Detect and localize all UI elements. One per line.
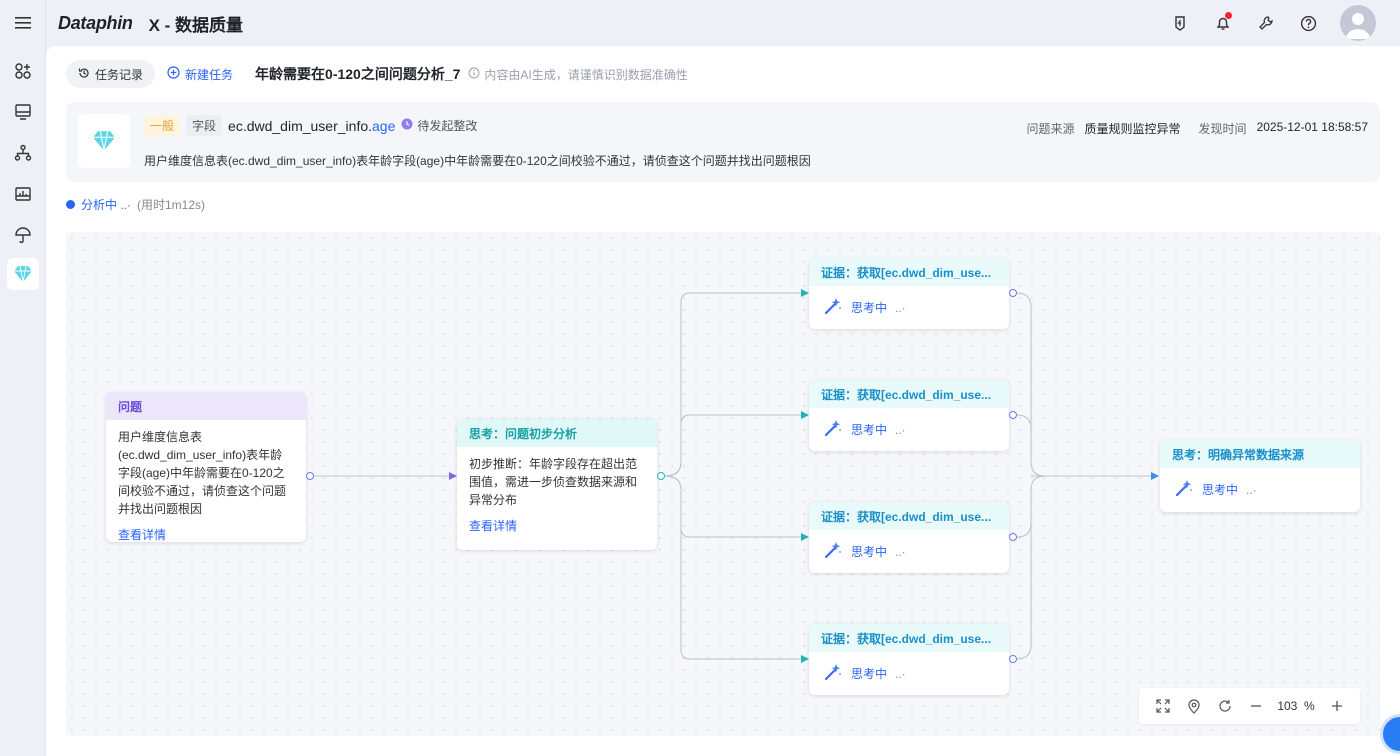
- evidence-4-output-port[interactable]: [1009, 655, 1017, 663]
- avatar[interactable]: [1340, 5, 1376, 41]
- evidence-node-title: 证据：获取[ec.dwd_dim_use...: [809, 502, 1009, 530]
- notification-dot: [1225, 12, 1232, 19]
- issue-meta: 问题来源 质量规则监控异常 发现时间 2025-12-01 18:58:57: [1026, 120, 1368, 136]
- problem-node-title: 问题: [106, 392, 306, 420]
- new-task-button[interactable]: 新建任务: [155, 60, 245, 88]
- flow-canvas[interactable]: 问题 用户维度信息表(ec.dwd_dim_user_info)表年龄字段(ag…: [66, 232, 1380, 736]
- gem-icon[interactable]: [7, 258, 39, 290]
- evidence-status: 思考中: [851, 545, 888, 559]
- problem-node[interactable]: 问题 用户维度信息表(ec.dwd_dim_user_info)表年龄字段(ag…: [106, 392, 306, 542]
- issue-description: 用户维度信息表(ec.dwd_dim_user_info)表年龄字段(age)中…: [144, 154, 811, 168]
- magic-wand-icon: [823, 540, 843, 563]
- zoom-level: 103 %: [1277, 699, 1315, 713]
- problem-output-port[interactable]: [306, 472, 314, 480]
- help-icon[interactable]: [1287, 0, 1330, 46]
- issue-level-badge: 一般: [144, 115, 181, 136]
- zoom-out-icon[interactable]: [1240, 688, 1271, 724]
- progress-elapsed: (用时1m12s): [137, 198, 206, 212]
- think-node-initial[interactable]: 思考：问题初步分析 初步推断：年龄字段存在超出范围值，需进一步侦查数据来源和异常…: [457, 419, 657, 550]
- think-source-status: 思考中: [1202, 483, 1239, 497]
- problem-node-body: 用户维度信息表(ec.dwd_dim_user_info)表年龄字段(age)中…: [118, 430, 287, 516]
- task-title: 年龄需要在0-120之间问题分析_7: [255, 66, 461, 82]
- problem-detail-link[interactable]: 查看详情: [118, 526, 294, 542]
- evidence-node-title: 证据：获取[ec.dwd_dim_use...: [809, 258, 1009, 286]
- dashboard-icon[interactable]: [0, 173, 46, 214]
- clock-icon: [401, 118, 413, 133]
- ai-hint: 内容由AI生成，请谨慎识别数据准确性: [468, 66, 688, 83]
- issue-found-time: 2025-12-01 18:58:57: [1256, 120, 1368, 134]
- edge-think-evidence-1: [664, 289, 809, 477]
- evidence-node-title: 证据：获取[ec.dwd_dim_use...: [809, 624, 1009, 652]
- app-title: X - 数据质量: [148, 15, 244, 35]
- main-panel: 任务记录 新建任务 年龄需要在0-120之间问题分析_7 内容由AI生成，请谨慎…: [46, 46, 1400, 756]
- evidence-3-output-port[interactable]: [1009, 533, 1017, 541]
- evidence-1-output-port[interactable]: [1009, 289, 1017, 297]
- think-detail-link[interactable]: 查看详情: [469, 517, 645, 535]
- info-icon: [468, 67, 480, 82]
- edge-think-evidence-2: [664, 411, 809, 477]
- evidence-node-3[interactable]: 证据：获取[ec.dwd_dim_use... 思考中 ..·: [809, 502, 1009, 573]
- magic-wand-icon: [823, 662, 843, 685]
- issue-card: 一般 字段 ec.dwd_dim_user_info.age 待发起整改 用户维…: [66, 102, 1380, 182]
- think-node-body: 初步推断：年龄字段存在超出范围值，需进一步侦查数据来源和异常分布: [469, 457, 638, 507]
- think-source-title: 思考：明确异常数据来源: [1160, 440, 1360, 468]
- edge-evidence3-conclusion: [1016, 490, 1032, 538]
- think-output-port[interactable]: [657, 472, 665, 480]
- apps-icon[interactable]: [0, 50, 46, 91]
- tool-icon[interactable]: [1244, 0, 1287, 46]
- bell-icon[interactable]: [1201, 0, 1244, 46]
- issue-status: 待发起整改: [401, 117, 477, 134]
- menu-icon[interactable]: [0, 0, 46, 46]
- issue-field-name: ec.dwd_dim_user_info.age: [228, 117, 396, 134]
- analysis-progress: 分析中 ..· (用时1m12s): [66, 196, 205, 213]
- app-logo[interactable]: Dataphin: [58, 13, 133, 34]
- task-history-button[interactable]: 任务记录: [66, 60, 156, 88]
- evidence-status: 思考中: [851, 301, 888, 315]
- canvas-toolbar: 103 %: [1139, 688, 1360, 724]
- monitor-icon[interactable]: [0, 91, 46, 132]
- top-bar: Dataphin X - 数据质量: [0, 0, 1400, 46]
- progress-status: 分析中 ..·: [81, 198, 131, 212]
- fullscreen-icon[interactable]: [1147, 688, 1178, 724]
- evidence-node-1[interactable]: 证据：获取[ec.dwd_dim_use... 思考中 ..·: [809, 258, 1009, 329]
- evidence-status: 思考中: [851, 667, 888, 681]
- edge-evidence2-conclusion: [1016, 414, 1032, 462]
- issue-source: 质量规则监控异常: [1084, 122, 1181, 136]
- magic-wand-icon: [823, 296, 843, 319]
- magic-wand-icon: [1174, 478, 1194, 501]
- evidence-node-4[interactable]: 证据：获取[ec.dwd_dim_use... 思考中 ..·: [809, 624, 1009, 695]
- task-tabbar: 任务记录 新建任务 年龄需要在0-120之间问题分析_7 内容由AI生成，请谨慎…: [66, 60, 688, 88]
- edge-think-evidence-4: [664, 475, 809, 663]
- magic-wand-icon: [823, 418, 843, 441]
- think-node-source[interactable]: 思考：明确异常数据来源 思考中 ..·: [1160, 440, 1360, 512]
- think-node-title: 思考：问题初步分析: [457, 419, 657, 447]
- umbrella-icon[interactable]: [0, 214, 46, 255]
- locate-icon[interactable]: [1178, 688, 1209, 724]
- evidence-status: 思考中: [851, 423, 888, 437]
- evidence-node-2[interactable]: 证据：获取[ec.dwd_dim_use... 思考中 ..·: [809, 380, 1009, 451]
- badge-icon[interactable]: [1158, 0, 1201, 46]
- assistant-float-button[interactable]: [1380, 714, 1400, 754]
- evidence-node-title: 证据：获取[ec.dwd_dim_use...: [809, 380, 1009, 408]
- progress-dot: [66, 200, 75, 209]
- history-icon: [78, 67, 90, 82]
- edge-evidence4-conclusion: [1016, 475, 1046, 660]
- edge-think-evidence-3: [664, 475, 809, 541]
- gem-icon: [78, 114, 130, 168]
- refresh-icon[interactable]: [1209, 688, 1240, 724]
- evidence-2-output-port[interactable]: [1009, 411, 1017, 419]
- plus-circle-icon: [167, 66, 180, 82]
- lineage-icon[interactable]: [0, 132, 46, 173]
- zoom-in-icon[interactable]: [1321, 688, 1352, 724]
- sidebar: [0, 46, 46, 756]
- issue-type-badge: 字段: [186, 115, 223, 136]
